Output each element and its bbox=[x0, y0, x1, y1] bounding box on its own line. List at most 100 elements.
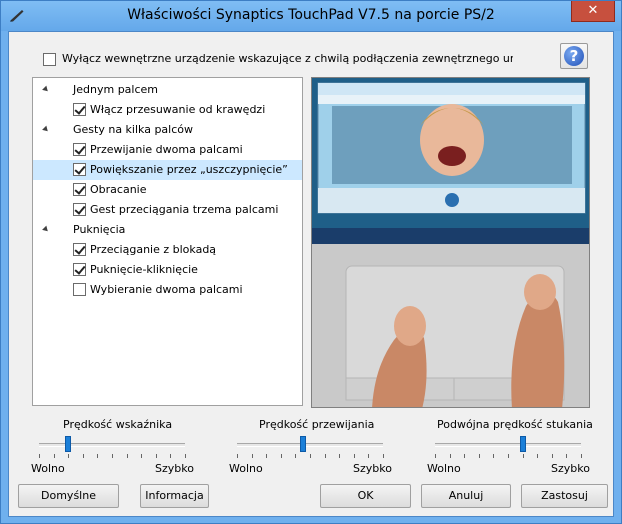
slider-tick bbox=[266, 454, 268, 458]
slider-tick bbox=[97, 454, 99, 458]
pointer-speed-slider-group: Prędkość wskaźnika Wolno Szybko bbox=[31, 408, 194, 478]
tree-item-checkbox[interactable] bbox=[73, 203, 86, 216]
tree-item[interactable]: Włącz przesuwanie od krawędzi bbox=[33, 100, 302, 120]
tree-item-label: Gest przeciągania trzema palcami bbox=[90, 203, 279, 216]
gesture-preview bbox=[311, 77, 590, 408]
scroll-speed-thumb[interactable] bbox=[299, 436, 306, 452]
tree-item-checkbox[interactable] bbox=[73, 183, 86, 196]
tree-item-label: Włącz przesuwanie od krawędzi bbox=[90, 103, 266, 116]
slider-tick bbox=[237, 454, 238, 458]
slider-tick bbox=[581, 454, 582, 458]
collapse-arrow-icon[interactable] bbox=[42, 225, 50, 234]
pointer-speed-min-label: Wolno bbox=[31, 462, 65, 475]
dialog-client-area: Wyłącz wewnętrzne urządzenie wskazujące … bbox=[8, 31, 614, 517]
slider-tick bbox=[280, 454, 282, 458]
slider-tick bbox=[537, 454, 539, 458]
pointer-speed-track[interactable] bbox=[39, 443, 185, 447]
gesture-preview-image bbox=[312, 78, 589, 407]
help-icon: ? bbox=[564, 46, 584, 66]
tree-item-label: Obracanie bbox=[90, 183, 147, 196]
pointer-speed-title: Prędkość wskaźnika bbox=[63, 418, 173, 431]
ok-button[interactable]: OK bbox=[320, 484, 411, 508]
double-tap-speed-max-label: Szybko bbox=[551, 462, 590, 475]
scroll-speed-title: Prędkość przewijania bbox=[259, 418, 375, 431]
scroll-speed-slider-group: Prędkość przewijania Wolno Szybko bbox=[229, 408, 392, 478]
tree-item-label: Puknięcie-kliknięcie bbox=[90, 263, 198, 276]
tree-item[interactable]: Puknięcie-kliknięcie bbox=[33, 260, 302, 280]
slider-tick bbox=[39, 454, 40, 458]
defaults-button[interactable]: Domyślne bbox=[18, 484, 119, 508]
tree-item[interactable]: Powiększanie przez „uszczypnięcie” bbox=[33, 160, 302, 180]
title-bar[interactable]: Właściwości Synaptics TouchPad V7.5 na p… bbox=[1, 1, 621, 31]
tree-item-label: Przeciąganie z blokadą bbox=[90, 243, 217, 256]
slider-tick bbox=[185, 454, 186, 458]
slider-tick bbox=[251, 454, 253, 458]
settings-tree[interactable]: Jednym palcem Włącz przesuwanie od krawęd… bbox=[32, 77, 303, 406]
slider-tick bbox=[82, 454, 84, 458]
tree-group-label: Puknięcia bbox=[73, 223, 126, 236]
tree-item[interactable]: Przeciąganie z blokadą bbox=[33, 240, 302, 260]
slider-tick bbox=[126, 454, 128, 458]
tree-item-checkbox[interactable] bbox=[73, 103, 86, 116]
tree-item-label: Przewijanie dwoma palcami bbox=[90, 143, 243, 156]
tree-group-0[interactable]: Jednym palcem bbox=[33, 80, 302, 100]
collapse-arrow-icon[interactable] bbox=[42, 85, 50, 94]
double-tap-speed-slider-group: Podwójna prędkość stukania Wolno Szybko bbox=[427, 408, 593, 478]
slider-tick bbox=[170, 454, 172, 458]
slider-tick bbox=[464, 454, 466, 458]
collapse-arrow-icon[interactable] bbox=[42, 125, 50, 134]
slider-tick bbox=[141, 454, 143, 458]
tree-item-checkbox[interactable] bbox=[73, 263, 86, 276]
tree-group-1[interactable]: Gesty na kilka palców bbox=[33, 120, 302, 140]
slider-tick bbox=[449, 454, 451, 458]
tree-group-2[interactable]: Puknięcia bbox=[33, 220, 302, 240]
double-tap-speed-thumb[interactable] bbox=[519, 436, 526, 452]
slider-tick bbox=[155, 454, 157, 458]
tree-item-label: Wybieranie dwoma palcami bbox=[90, 283, 243, 296]
disable-internal-device-label: Wyłącz wewnętrzne urządzenie wskazujące … bbox=[62, 52, 513, 65]
help-button[interactable]: ? bbox=[560, 43, 588, 69]
properties-window: Właściwości Synaptics TouchPad V7.5 na p… bbox=[0, 0, 622, 524]
slider-tick bbox=[353, 454, 355, 458]
slider-tick bbox=[551, 454, 553, 458]
slider-tick bbox=[508, 454, 509, 458]
slider-tick bbox=[68, 454, 70, 458]
slider-tick bbox=[493, 454, 495, 458]
window-title: Właściwości Synaptics TouchPad V7.5 na p… bbox=[127, 7, 495, 23]
info-button[interactable]: Informacja bbox=[140, 484, 209, 508]
tree-group-label: Gesty na kilka palców bbox=[73, 123, 194, 136]
cancel-button[interactable]: Anuluj bbox=[421, 484, 511, 508]
scroll-speed-track[interactable] bbox=[237, 443, 383, 447]
tree-item-checkbox[interactable] bbox=[73, 243, 86, 256]
pointer-speed-thumb[interactable] bbox=[65, 436, 72, 452]
disable-internal-device-option[interactable]: Wyłącz wewnętrzne urządzenie wskazujące … bbox=[43, 52, 513, 68]
apply-button[interactable]: Zastosuj bbox=[521, 484, 608, 508]
slider-tick bbox=[566, 454, 568, 458]
scroll-speed-min-label: Wolno bbox=[229, 462, 263, 475]
close-icon: ✕ bbox=[587, 3, 599, 18]
tree-item[interactable]: Wybieranie dwoma palcami bbox=[33, 280, 302, 300]
tree-item[interactable]: Przewijanie dwoma palcami bbox=[33, 140, 302, 160]
slider-tick bbox=[295, 454, 297, 458]
slider-tick bbox=[383, 454, 384, 458]
double-tap-speed-track[interactable] bbox=[435, 443, 581, 447]
slider-tick bbox=[53, 454, 55, 458]
tree-item[interactable]: Gest przeciągania trzema palcami bbox=[33, 200, 302, 220]
tree-item[interactable]: Obracanie bbox=[33, 180, 302, 200]
double-tap-speed-min-label: Wolno bbox=[427, 462, 461, 475]
tree-group-label: Jednym palcem bbox=[73, 83, 158, 96]
double-tap-speed-title: Podwójna prędkość stukania bbox=[437, 418, 593, 431]
slider-tick bbox=[339, 454, 341, 458]
slider-tick bbox=[478, 454, 480, 458]
slider-tick bbox=[522, 454, 524, 458]
slider-tick bbox=[324, 454, 326, 458]
tree-item-checkbox[interactable] bbox=[73, 283, 86, 296]
tree-item-label: Powiększanie przez „uszczypnięcie” bbox=[90, 163, 288, 176]
tree-item-checkbox[interactable] bbox=[73, 163, 86, 176]
slider-tick bbox=[435, 454, 436, 458]
slider-tick bbox=[112, 454, 113, 458]
tree-item-checkbox[interactable] bbox=[73, 143, 86, 156]
scroll-speed-max-label: Szybko bbox=[353, 462, 392, 475]
disable-internal-device-checkbox[interactable] bbox=[43, 53, 56, 66]
close-button[interactable]: ✕ bbox=[571, 1, 615, 22]
